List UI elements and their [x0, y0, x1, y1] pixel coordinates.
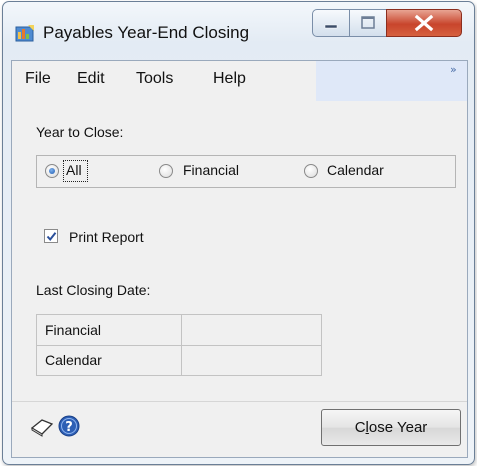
minimize-button[interactable] [312, 9, 350, 37]
menu-bar-extension [316, 61, 467, 101]
svg-text:?: ? [65, 420, 73, 435]
radio-financial[interactable] [159, 164, 173, 178]
calendar-date-field [180, 344, 322, 376]
menu-overflow-icon[interactable]: » [450, 63, 457, 76]
menu-tools[interactable]: Tools [136, 70, 173, 88]
last-closing-date-label: Last Closing Date: [36, 282, 151, 298]
menu-bar: File Edit Tools Help » [12, 61, 467, 101]
radio-calendar[interactable] [304, 164, 318, 178]
minimize-icon [324, 24, 338, 29]
close-year-label-start: C [354, 419, 366, 436]
year-to-close-group: All Financial Calendar [36, 155, 456, 188]
window-controls [312, 9, 472, 39]
help-icon[interactable]: ? [57, 414, 81, 438]
footer-divider [12, 401, 467, 402]
close-icon [414, 14, 434, 32]
radio-calendar-label[interactable]: Calendar [327, 162, 384, 178]
menu-edit[interactable]: Edit [77, 70, 105, 88]
close-year-label-end: ose Year [368, 419, 428, 436]
checkmark-icon [46, 232, 57, 242]
note-icon[interactable] [30, 416, 54, 438]
row-label-financial: Financial [36, 314, 182, 346]
year-to-close-label: Year to Close: [36, 124, 124, 140]
last-closing-date-table: Financial Calendar [36, 314, 322, 376]
print-report-label[interactable]: Print Report [69, 229, 144, 245]
radio-all[interactable] [45, 164, 59, 178]
window-client-area: File Edit Tools Help » Year to Close: Al… [11, 60, 468, 458]
maximize-icon [361, 16, 375, 29]
menu-file[interactable]: File [25, 70, 51, 88]
table-row: Financial [36, 314, 322, 346]
radio-all-label[interactable]: All [66, 162, 82, 178]
payables-year-end-closing-window: Payables Year-End Closing File Edit Tool… [2, 1, 475, 465]
print-report-checkbox[interactable] [44, 229, 58, 243]
close-year-button[interactable]: Close Year [321, 409, 461, 446]
table-row: Calendar [36, 344, 322, 376]
title-bar[interactable]: Payables Year-End Closing [3, 2, 474, 60]
menu-help[interactable]: Help [213, 70, 246, 88]
app-icon [15, 25, 34, 42]
row-label-calendar: Calendar [36, 344, 182, 376]
maximize-button[interactable] [349, 9, 387, 37]
window-title: Payables Year-End Closing [43, 23, 250, 42]
radio-financial-label[interactable]: Financial [183, 162, 239, 178]
close-window-button[interactable] [386, 9, 462, 37]
financial-date-field [180, 314, 322, 346]
